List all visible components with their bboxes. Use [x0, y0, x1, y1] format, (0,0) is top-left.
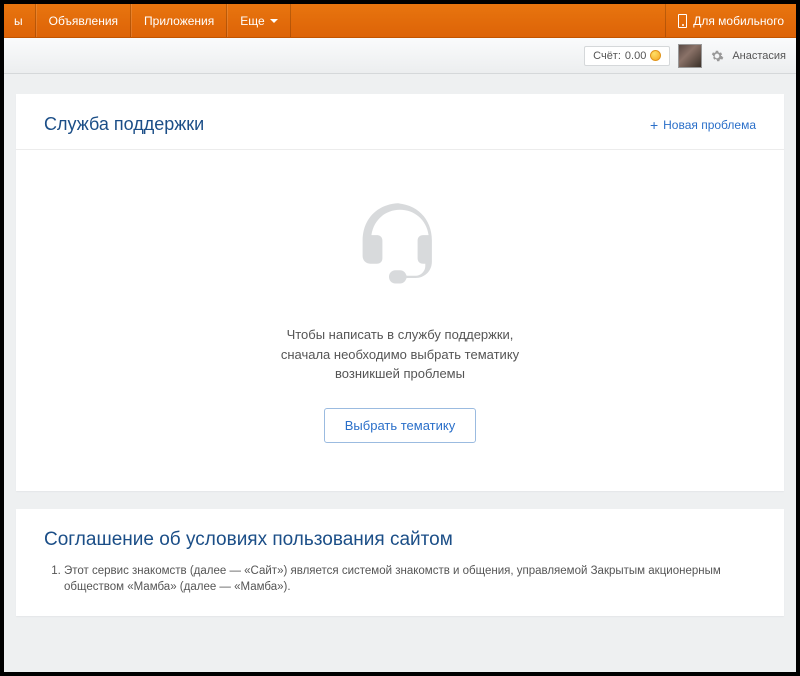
balance-value: 0.00	[625, 50, 646, 62]
support-card: Служба поддержки + Новая проблема Чтобы …	[16, 94, 784, 491]
nav-item-partial[interactable]: ы	[4, 4, 36, 37]
nav-item-more[interactable]: Еще	[227, 4, 290, 37]
headset-icon	[345, 190, 455, 300]
support-message: Чтобы написать в службу поддержки, снача…	[44, 325, 756, 384]
support-title: Служба поддержки	[44, 114, 204, 135]
mobile-icon	[678, 14, 687, 28]
username-label[interactable]: Анастасия	[732, 50, 786, 62]
choose-topic-button[interactable]: Выбрать тематику	[324, 408, 476, 443]
nav-item-ads[interactable]: Объявления	[36, 4, 131, 37]
agreement-list: Этот сервис знакомств (далее — «Сайт») я…	[16, 563, 784, 616]
balance-widget[interactable]: Счёт: 0.00	[584, 46, 670, 66]
gear-icon[interactable]	[710, 49, 724, 63]
plus-icon: +	[650, 118, 658, 132]
mobile-link[interactable]: Для мобильного	[665, 4, 796, 37]
new-issue-link[interactable]: + Новая проблема	[650, 118, 756, 132]
coin-icon	[650, 50, 661, 61]
chevron-down-icon	[270, 19, 278, 23]
user-bar: Счёт: 0.00 Анастасия	[4, 38, 796, 74]
top-navigation: ы Объявления Приложения Еще Для мобильно…	[4, 4, 796, 38]
agreement-item: Этот сервис знакомств (далее — «Сайт») я…	[64, 563, 756, 596]
agreement-title: Соглашение об условиях пользования сайто…	[16, 509, 784, 563]
balance-label: Счёт:	[593, 50, 621, 62]
nav-item-apps[interactable]: Приложения	[131, 4, 227, 37]
avatar[interactable]	[678, 44, 702, 68]
agreement-card: Соглашение об условиях пользования сайто…	[16, 509, 784, 616]
